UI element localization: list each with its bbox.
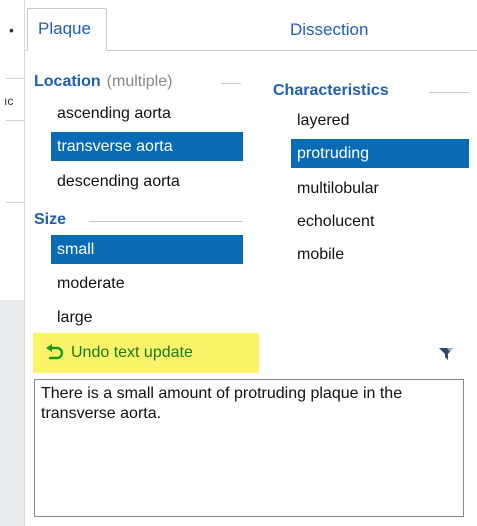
characteristics-option-mobile[interactable]: mobile <box>291 240 469 269</box>
tab-dissection[interactable]: Dissection <box>290 10 368 50</box>
undo-label: Undo text update <box>71 344 193 361</box>
location-header: Location (multiple) <box>34 73 172 91</box>
characteristics-option-layered[interactable]: layered <box>291 106 469 135</box>
background-glyph: ıc <box>4 94 14 108</box>
plaque-panel: Plaque Dissection Location (multiple) asc… <box>24 0 477 526</box>
background-app-edge: • ıc <box>0 0 24 526</box>
characteristics-header: Characteristics <box>273 82 389 100</box>
undo-icon <box>45 344 65 362</box>
report-text-area[interactable]: There is a small amount of protruding pl… <box>34 379 464 517</box>
location-option-descending-aorta[interactable]: descending aorta <box>51 167 243 196</box>
size-title: Size <box>34 211 67 228</box>
background-divider <box>6 120 24 121</box>
background-divider <box>6 202 24 203</box>
tab-bar: Plaque Dissection <box>25 0 477 51</box>
location-qualifier: (multiple) <box>106 73 173 90</box>
tab-plaque[interactable]: Plaque <box>27 8 107 51</box>
characteristics-title: Characteristics <box>273 82 389 99</box>
size-option-large[interactable]: large <box>51 303 243 332</box>
undo-text-update-button[interactable]: Undo text update <box>33 333 259 373</box>
location-title: Location <box>34 73 101 90</box>
characteristics-header-rule <box>429 92 469 93</box>
background-divider <box>6 78 24 79</box>
location-header-rule <box>221 83 241 84</box>
size-header: Size <box>34 211 66 229</box>
size-header-rule <box>89 221 243 222</box>
location-option-ascending-aorta[interactable]: ascending aorta <box>51 99 243 128</box>
characteristics-option-protruding[interactable]: protruding <box>291 139 469 168</box>
location-option-transverse-aorta[interactable]: transverse aorta <box>51 132 243 161</box>
background-glyph: • <box>9 22 14 38</box>
size-option-small[interactable]: small <box>51 235 243 264</box>
characteristics-option-echolucent[interactable]: echolucent <box>291 207 469 236</box>
filter-icon[interactable] <box>438 346 454 362</box>
characteristics-option-multilobular[interactable]: multilobular <box>291 174 469 203</box>
background-pane <box>0 300 24 526</box>
size-option-moderate[interactable]: moderate <box>51 269 243 298</box>
